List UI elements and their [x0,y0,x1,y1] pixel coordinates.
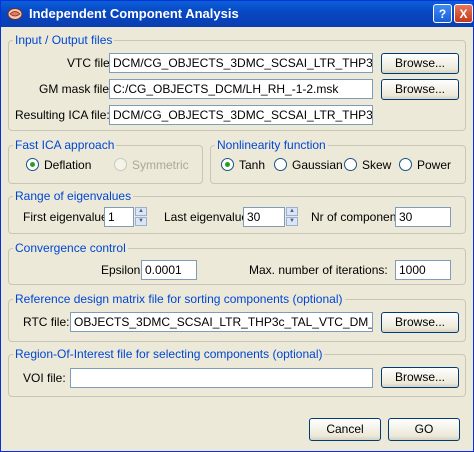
voi-label: VOI file: [23,371,66,385]
ica-file-label: Resulting ICA file: [15,108,110,122]
first-eigenvalue-spinner[interactable]: ▲ ▼ [135,207,147,227]
max-iterations-input[interactable]: 1000 [395,260,451,280]
ica-file-input[interactable]: DCM/CG_OBJECTS_3DMC_SCSAI_LTR_THP3c_TAL.… [109,105,373,125]
close-button[interactable]: X [454,4,473,23]
first-eigenvalue-label: First eigenvalue: [23,210,112,224]
brain-app-icon [7,8,23,20]
last-eigenvalue-label: Last eigenvalue: [164,210,252,224]
window-title: Independent Component Analysis [29,6,239,21]
power-radio[interactable] [399,158,412,171]
epsilon-input[interactable]: 0.0001 [141,260,197,280]
deflation-label: Deflation [44,158,92,172]
cancel-button[interactable]: Cancel [309,418,381,441]
nr-components-input[interactable]: 30 [395,207,451,227]
vtc-browse-button[interactable]: Browse... [381,53,459,74]
spin-up-icon[interactable]: ▲ [135,207,147,216]
io-legend: Input / Output files [15,33,113,47]
voi-browse-button[interactable]: Browse... [381,367,459,388]
nonlinearity-legend: Nonlinearity function [217,138,326,152]
gaussian-label: Gaussian [292,158,343,172]
voi-file-input[interactable] [70,368,373,388]
spin-up-icon[interactable]: ▲ [286,207,298,216]
tanh-label: Tanh [239,158,266,172]
rtc-file-input[interactable]: OBJECTS_3DMC_SCSAI_LTR_THP3c_TAL_VTC_DM_… [70,312,373,332]
fastica-legend: Fast ICA approach [15,138,115,152]
symmetric-radio[interactable] [114,158,127,171]
rtc-label: RTC file: [23,315,70,329]
eigen-legend: Range of eigenvalues [15,189,132,203]
gm-mask-label: GM mask file: [39,82,113,96]
vtc-file-input[interactable]: DCM/CG_OBJECTS_3DMC_SCSAI_LTR_THP3c_TAL.… [109,53,373,73]
skew-radio[interactable] [344,158,357,171]
convergence-legend: Convergence control [15,241,126,255]
last-eigenvalue-input[interactable]: 30 [243,207,285,227]
skew-label: Skew [362,158,392,172]
symmetric-label: Symmetric [132,158,189,172]
spin-down-icon[interactable]: ▼ [286,217,298,226]
max-iterations-label: Max. number of iterations: [249,263,388,277]
last-eigenvalue-spinner[interactable]: ▲ ▼ [286,207,298,227]
gm-mask-input[interactable]: C:/CG_OBJECTS_DCM/LH_RH_-1-2.msk [109,79,373,99]
spin-down-icon[interactable]: ▼ [135,217,147,226]
first-eigenvalue-input[interactable]: 1 [104,207,134,227]
help-button[interactable]: ? [433,4,452,23]
reference-legend: Reference design matrix file for sorting… [15,292,343,306]
epsilon-label: Epsilon: [101,263,144,277]
titlebar[interactable]: Independent Component Analysis ? X [1,1,473,27]
gaussian-radio[interactable] [274,158,287,171]
tanh-radio[interactable] [221,158,234,171]
go-button[interactable]: GO [388,418,460,441]
roi-legend: Region-Of-Interest file for selecting co… [15,347,323,361]
power-label: Power [417,158,452,172]
vtc-label: VTC file: [67,56,114,70]
ica-dialog: Independent Component Analysis ? X Input… [0,0,474,452]
rtc-browse-button[interactable]: Browse... [381,312,459,333]
deflation-radio[interactable] [26,158,39,171]
gm-browse-button[interactable]: Browse... [381,79,459,100]
